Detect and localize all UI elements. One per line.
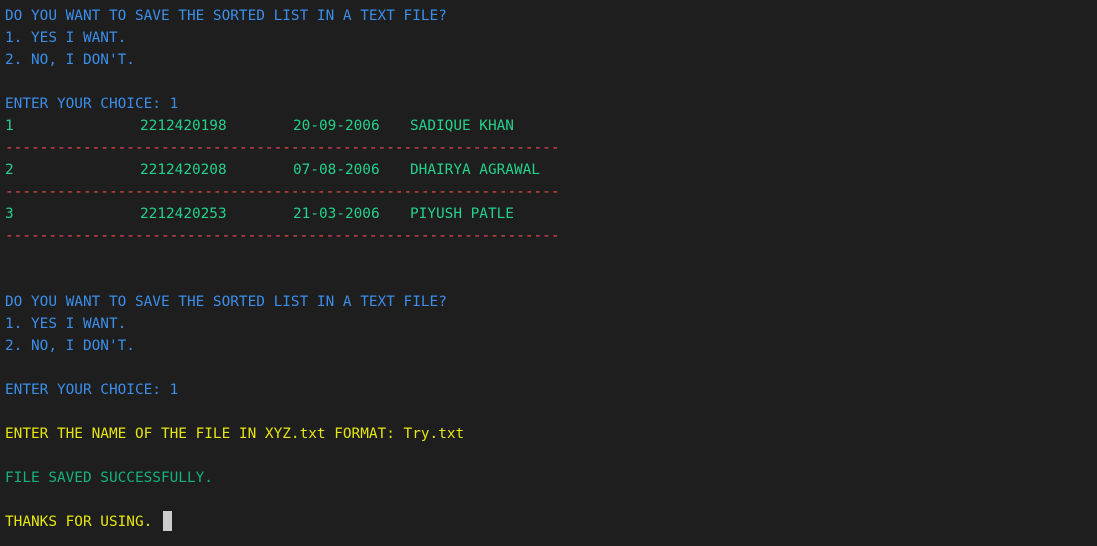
thanks-message: THANKS FOR USING. <box>5 514 161 530</box>
thanks-line: THANKS FOR USING. <box>5 511 1095 533</box>
choice-line: ENTER YOUR CHOICE: 1 <box>5 382 179 398</box>
filename-prompt: ENTER THE NAME OF THE FILE IN XYZ.txt FO… <box>5 426 465 442</box>
row-date: 20-09-2006 <box>293 118 380 134</box>
save-question: DO YOU WANT TO SAVE THE SORTED LIST IN A… <box>5 294 447 310</box>
row-name: SADIQUE KHAN <box>410 118 514 134</box>
option-yes: 1. YES I WANT. <box>5 30 127 46</box>
row-id: 2212420253 <box>140 206 227 222</box>
row-name: DHAIRYA AGRAWAL <box>410 162 540 178</box>
text-cursor[interactable] <box>162 511 172 531</box>
row-date: 21-03-2006 <box>293 206 380 222</box>
save-question: DO YOU WANT TO SAVE THE SORTED LIST IN A… <box>5 8 447 24</box>
option-yes: 1. YES I WANT. <box>5 316 127 332</box>
row-id: 2212420208 <box>140 162 227 178</box>
table-row: 1 2212420198 20-09-2006 SADIQUE KHAN <box>5 115 1095 137</box>
row-date: 07-08-2006 <box>293 162 380 178</box>
row-number: 1 <box>5 118 14 134</box>
choice-line: ENTER YOUR CHOICE: 1 <box>5 96 179 112</box>
option-no: 2. NO, I DON'T. <box>5 52 135 68</box>
row-name: PIYUSH PATLE <box>410 206 514 222</box>
table-row: 2 2212420208 07-08-2006 DHAIRYA AGRAWAL <box>5 159 1095 181</box>
table-row: 3 2212420253 21-03-2006 PIYUSH PATLE <box>5 203 1095 225</box>
row-separator: ----------------------------------------… <box>5 228 560 244</box>
row-separator: ----------------------------------------… <box>5 140 560 156</box>
row-number: 2 <box>5 162 14 178</box>
row-separator: ----------------------------------------… <box>5 184 560 200</box>
saved-message: FILE SAVED SUCCESSFULLY. <box>5 470 213 486</box>
terminal-output[interactable]: DO YOU WANT TO SAVE THE SORTED LIST IN A… <box>5 5 1095 533</box>
row-number: 3 <box>5 206 14 222</box>
option-no: 2. NO, I DON'T. <box>5 338 135 354</box>
row-id: 2212420198 <box>140 118 227 134</box>
